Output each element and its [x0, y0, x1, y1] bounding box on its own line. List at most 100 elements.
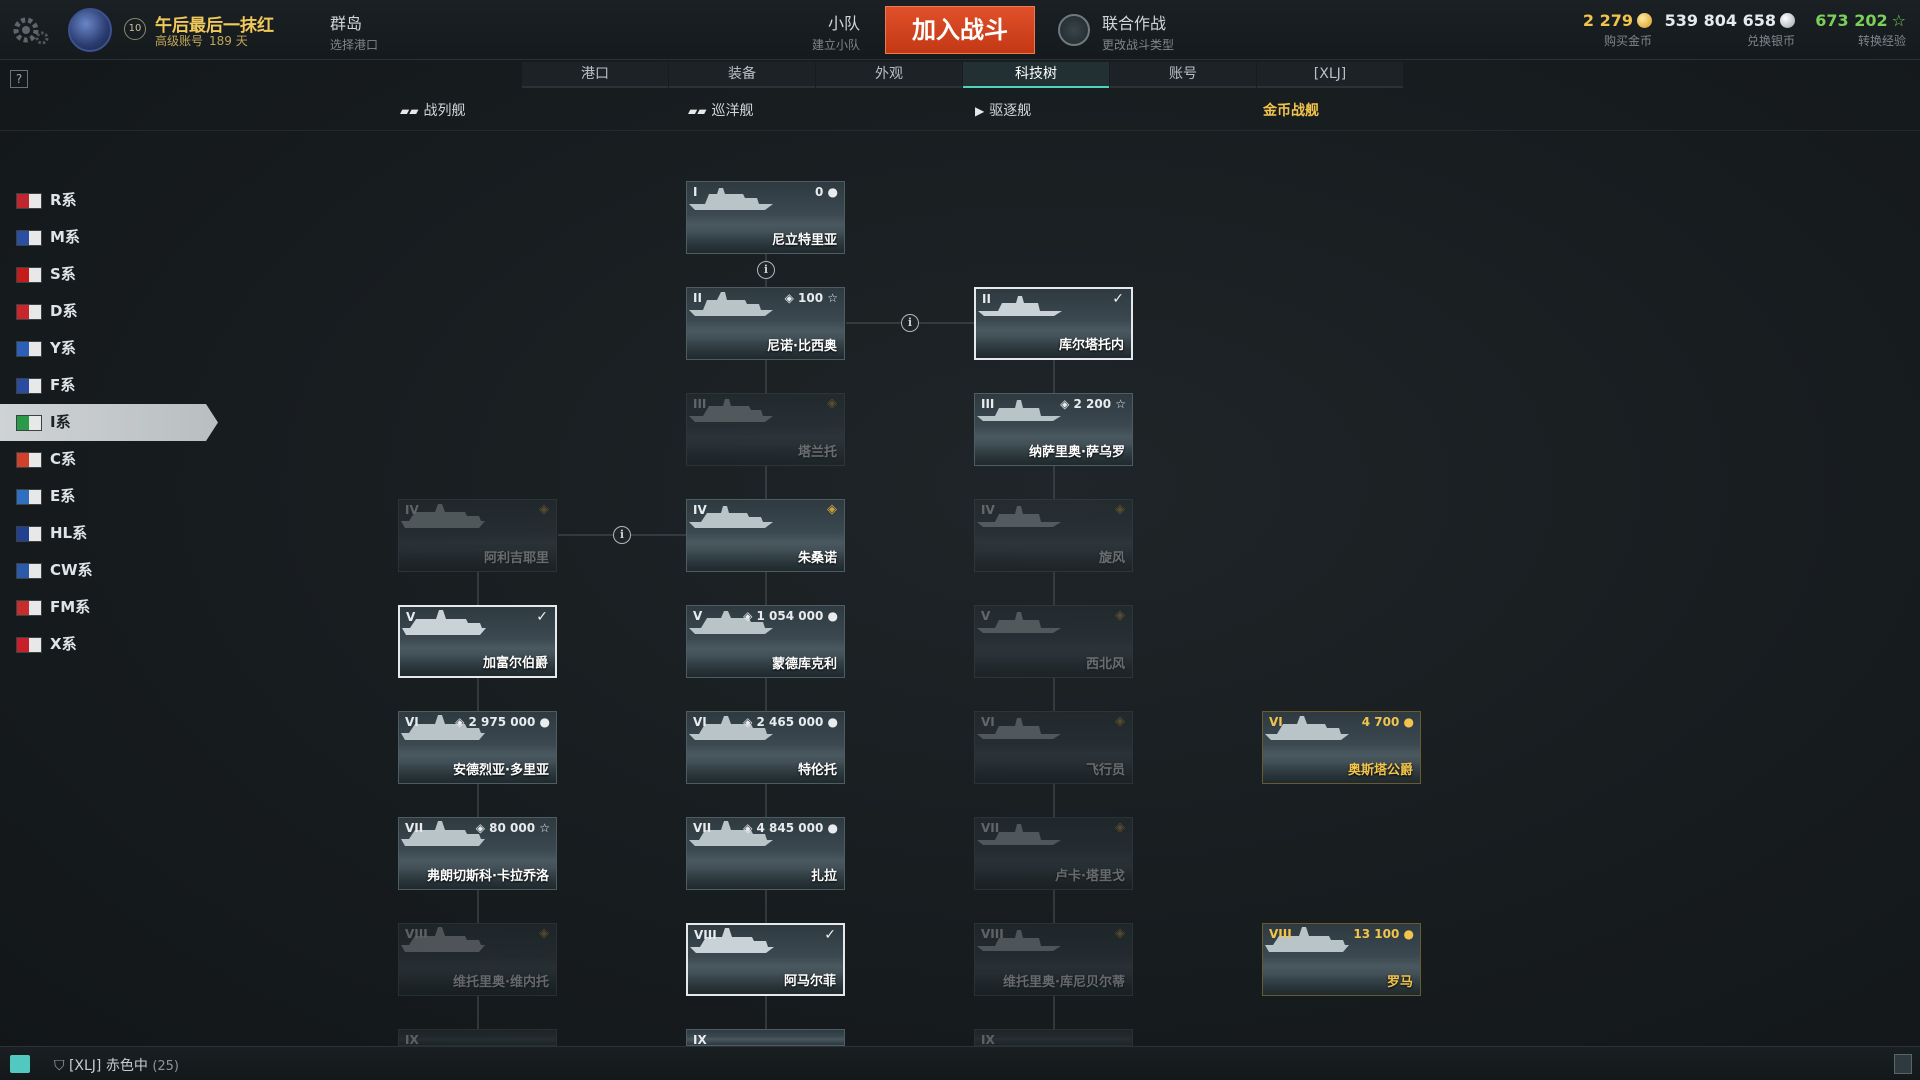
star-icon: ☆ [1891, 11, 1906, 30]
tab-account[interactable]: 账号 [1110, 62, 1256, 88]
ship-name: 朱桑诺 [797, 551, 837, 566]
ship-card-locked[interactable]: III ◈ 塔兰托 [686, 393, 845, 466]
nation-label: F系 [50, 376, 76, 394]
nation-item[interactable]: F系 [0, 367, 220, 404]
nation-label: I系 [50, 413, 71, 431]
ship-tier: VI [1269, 715, 1283, 729]
ship-card-premium[interactable]: VI 4 700 ● 奥斯塔公爵 [1262, 711, 1421, 784]
nation-item[interactable]: CW系 [0, 552, 220, 589]
flag-icon [16, 378, 42, 394]
nation-item[interactable]: Y系 [0, 330, 220, 367]
ship-name: 旋风 [1098, 551, 1125, 566]
ship-name: 西北风 [1085, 657, 1125, 672]
ship-name: 阿利吉耶里 [483, 551, 549, 566]
check-icon: ✓ [536, 609, 548, 625]
nation-item-selected[interactable]: I系 [0, 404, 218, 441]
ship-card[interactable]: IV ◈ 朱桑诺 [686, 499, 845, 572]
ship-tier: IV [405, 503, 419, 517]
ship-card-locked[interactable]: VI ◈ 飞行员 [974, 711, 1133, 784]
type-battleship-label: 战列舰 [423, 103, 466, 119]
help-button[interactable]: ? [10, 70, 28, 88]
ship-tier: IX [981, 1033, 995, 1046]
nation-list: R系 M系 S系 D系 Y系 F系 I系 C系 E系 HL系 CW系 FM系 X… [0, 182, 220, 663]
clan-status[interactable]: ⛉ [XLJ] 赤色中 (25) [54, 1055, 179, 1075]
ship-tier: VII [405, 821, 424, 835]
tab-port[interactable]: 港口 [522, 62, 668, 88]
ship-cost: ◈ 100 ☆ [784, 291, 838, 305]
division-button[interactable]: 小队 建立小队 [808, 10, 860, 53]
gold-currency[interactable]: 2 279 购买金币 [1583, 11, 1652, 49]
info-icon[interactable]: i [757, 261, 775, 279]
ship-card[interactable]: II ◈ 100 ☆ 尼诺·比西奥 [686, 287, 845, 360]
flag-icon [16, 526, 42, 542]
ship-card-locked[interactable]: IV ◈ 旋风 [974, 499, 1133, 572]
type-cruiser-label: 巡洋舰 [711, 103, 754, 119]
silver-amount: 539 804 658 [1664, 11, 1776, 30]
ship-card[interactable]: V ◈ 1 054 000 ● 蒙德库克利 [686, 605, 845, 678]
ship-card[interactable]: I 0 ● 尼立特里亚 [686, 181, 845, 254]
main-tabs: 港口 装备 外观 科技树 账号 [XLJ] [522, 62, 1404, 88]
nation-item[interactable]: S系 [0, 256, 220, 293]
ship-card-locked[interactable]: VII ◈ 卢卡·塔里戈 [974, 817, 1133, 890]
ship-card[interactable]: VII ◈ 80 000 ☆ 弗朗切斯科·卡拉乔洛 [398, 817, 557, 890]
free-xp-currency[interactable]: 673 202 ☆ 转换经验 [1815, 11, 1906, 49]
nation-item[interactable]: R系 [0, 182, 220, 219]
ship-card-owned[interactable]: VIII ✓ 阿马尔菲 [686, 923, 845, 996]
ship-card-owned[interactable]: II ✓ 库尔塔托内 [974, 287, 1133, 360]
ship-name: 安德烈亚·多里亚 [453, 763, 549, 778]
ship-card[interactable]: VII ◈ 4 845 000 ● 扎拉 [686, 817, 845, 890]
ship-card-owned[interactable]: V ✓ 加富尔伯爵 [398, 605, 557, 678]
research-icon: ◈ [827, 502, 837, 517]
nation-item[interactable]: D系 [0, 293, 220, 330]
ship-card[interactable]: IX [686, 1029, 845, 1046]
ship-name: 阿马尔菲 [783, 974, 836, 989]
ship-card-locked[interactable]: IX [974, 1029, 1133, 1046]
tab-equipment[interactable]: 装备 [669, 62, 815, 88]
ship-card[interactable]: VI ◈ 2 975 000 ● 安德烈亚·多里亚 [398, 711, 557, 784]
port-selector[interactable]: 群岛 选择港口 [330, 10, 378, 53]
nation-item[interactable]: M系 [0, 219, 220, 256]
battle-mode-icon[interactable] [1058, 14, 1090, 46]
ship-tier: VIII [981, 927, 1004, 941]
ship-cost: 4 700 ● [1361, 715, 1414, 729]
ship-card-locked[interactable]: IV ◈ 阿利吉耶里 [398, 499, 557, 572]
ship-tier: VII [981, 821, 1000, 835]
nation-item[interactable]: X系 [0, 626, 220, 663]
avatar[interactable] [68, 8, 112, 52]
battle-mode-selector[interactable]: 联合作战 更改战斗类型 [1102, 10, 1174, 53]
nation-item[interactable]: FM系 [0, 589, 220, 626]
tab-exterior[interactable]: 外观 [816, 62, 962, 88]
top-bar: 10 午后最后一抹红 高级账号 189 天 群岛 选择港口 小队 建立小队 加入战… [0, 0, 1920, 60]
ship-card-locked[interactable]: VIII ◈ 维托里奥·维内托 [398, 923, 557, 996]
gear-icon[interactable] [10, 12, 50, 48]
research-icon: ◈ [1115, 502, 1125, 517]
nation-item[interactable]: C系 [0, 441, 220, 478]
flag-icon [16, 415, 42, 431]
chat-icon[interactable] [10, 1055, 30, 1073]
ship-card-locked[interactable]: IX [398, 1029, 557, 1046]
nation-item[interactable]: E系 [0, 478, 220, 515]
ship-card-premium[interactable]: VIII 13 100 ● 罗马 [1262, 923, 1421, 996]
division-label: 小队 [827, 14, 860, 33]
info-icon[interactable]: i [901, 314, 919, 332]
tab-tech-tree[interactable]: 科技树 [963, 62, 1109, 88]
ship-name: 飞行员 [1085, 763, 1125, 778]
shield-icon: ⛉ [54, 1058, 65, 1074]
nation-item[interactable]: HL系 [0, 515, 220, 552]
ship-cost: ◈ 1 054 000 ● [743, 609, 838, 623]
tech-tree: i i i I 0 ● 尼立特里亚 II ◈ 100 ☆ 尼诺·比西奥 III … [0, 0, 1920, 1080]
ship-tier: VII [693, 821, 712, 835]
battle-button[interactable]: 加入战斗 [885, 6, 1035, 54]
tab-clan[interactable]: [XLJ] [1257, 62, 1403, 88]
ship-tier: II [982, 292, 991, 306]
ship-card[interactable]: III ◈ 2 200 ☆ 纳萨里奥·萨乌罗 [974, 393, 1133, 466]
silver-currency[interactable]: 539 804 658 兑换银币 [1665, 11, 1795, 49]
ship-card[interactable]: VI ◈ 2 465 000 ● 特伦托 [686, 711, 845, 784]
notification-bell-icon[interactable] [1894, 1054, 1912, 1074]
flag-icon [16, 267, 42, 283]
account-days: 189 天 [209, 34, 248, 48]
ship-card-locked[interactable]: VIII ◈ 维托里奥·库尼贝尔蒂 [974, 923, 1133, 996]
battleship-class-icon: ▰▰ [400, 104, 419, 118]
info-icon[interactable]: i [613, 526, 631, 544]
ship-card-locked[interactable]: V ◈ 西北风 [974, 605, 1133, 678]
